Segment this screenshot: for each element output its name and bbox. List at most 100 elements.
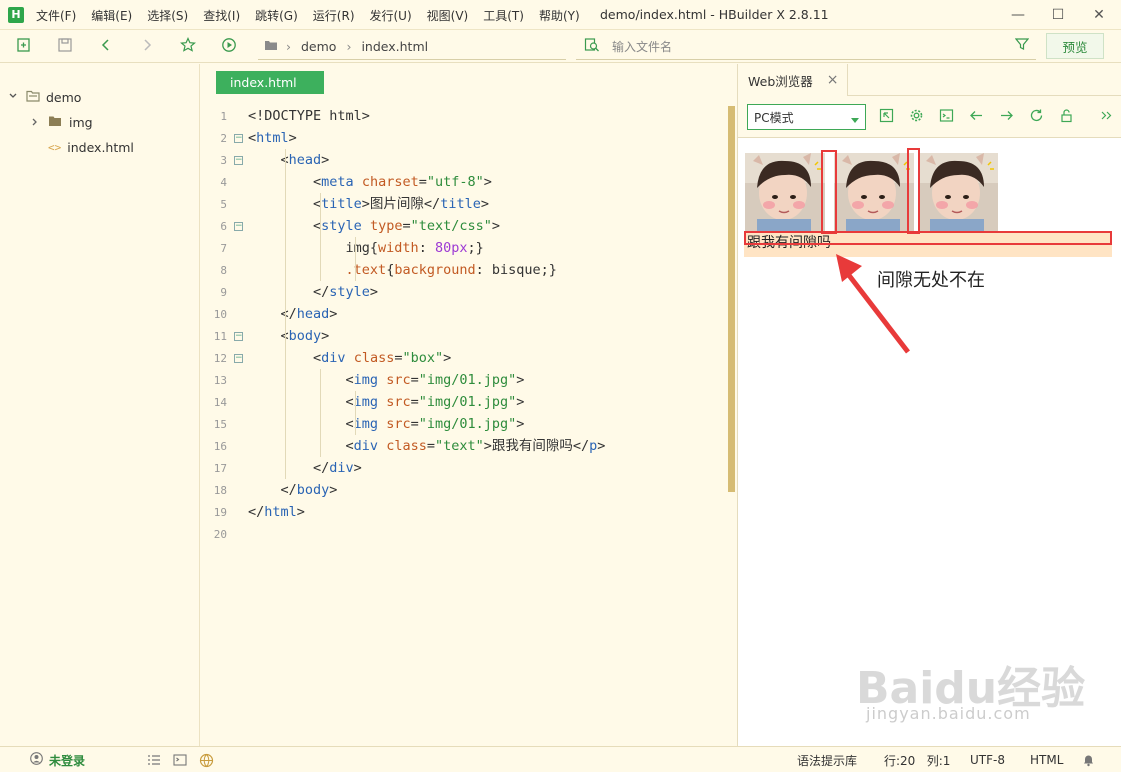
- file-search-input[interactable]: [612, 39, 1012, 54]
- code-line[interactable]: </html>: [248, 501, 305, 523]
- filter-icon[interactable]: [1012, 37, 1032, 57]
- menu-item[interactable]: 工具(T): [483, 7, 524, 24]
- line-number: 7: [220, 242, 227, 255]
- line-number: 1: [220, 110, 227, 123]
- menu-item[interactable]: 文件(F): [36, 7, 76, 24]
- annotation-arrow-icon: [836, 254, 910, 354]
- line-number: 16: [213, 440, 227, 453]
- menu-item[interactable]: 查找(I): [203, 7, 240, 24]
- open-external-icon[interactable]: [877, 108, 895, 126]
- file-search-box: [576, 34, 1036, 60]
- line-number: 13: [213, 374, 227, 387]
- list-icon[interactable]: [147, 747, 161, 772]
- minimize-icon[interactable]: —: [1008, 5, 1028, 25]
- preview-button[interactable]: 预览: [1046, 33, 1104, 59]
- code-line[interactable]: <img src="img/01.jpg">: [248, 413, 525, 435]
- save-icon[interactable]: [55, 37, 75, 57]
- code-area[interactable]: 1 <!DOCTYPE html> 2− <html> 3− <head> 4 <meta…: [200, 105, 728, 745]
- watermark-url: jingyan.baidu.com: [866, 704, 1031, 723]
- tree-item-img[interactable]: img: [30, 111, 93, 133]
- more-chevron-icon[interactable]: [1097, 108, 1115, 126]
- code-line[interactable]: </head>: [248, 303, 338, 325]
- code-line[interactable]: .text{background: bisque;}: [248, 259, 557, 281]
- editor-tab[interactable]: index.html: [216, 71, 324, 94]
- login-label: 未登录: [49, 753, 86, 768]
- tree-item-project[interactable]: demo: [8, 86, 81, 108]
- code-editor[interactable]: index.html 1 <!DOCTYPE html> 2− <html> 3− <h…: [200, 64, 737, 746]
- close-icon[interactable]: ✕: [1089, 5, 1109, 25]
- menu-item[interactable]: 视图(V): [427, 7, 469, 24]
- line-number: 20: [213, 528, 227, 541]
- menu-item[interactable]: 发行(U): [370, 7, 412, 24]
- code-line[interactable]: <html>: [248, 127, 297, 149]
- chevron-down-icon[interactable]: [8, 91, 22, 104]
- run-icon[interactable]: [219, 37, 239, 57]
- code-line[interactable]: </style>: [248, 281, 378, 303]
- fold-toggle-icon[interactable]: −: [234, 354, 243, 363]
- breadcrumb-file[interactable]: index.html: [361, 39, 428, 54]
- editor-scrollbar[interactable]: [728, 106, 735, 492]
- terminal-icon[interactable]: [173, 747, 187, 772]
- console-icon[interactable]: [937, 108, 955, 126]
- web-browser-panel: Web浏览器 × PC模式 跟我有间隙吗 间隙无处不在 Baidu经验 jing…: [737, 64, 1121, 746]
- menu-bar: 文件(F) 编辑(E) 选择(S) 查找(I) 跳转(G) 运行(R) 发行(U) 视图(V)…: [36, 0, 595, 30]
- back-icon[interactable]: [96, 37, 116, 57]
- code-line[interactable]: </div>: [248, 457, 362, 479]
- arrow-left-icon[interactable]: [967, 108, 985, 126]
- breadcrumb-project[interactable]: demo: [301, 39, 336, 54]
- line-number: 15: [213, 418, 227, 431]
- syntax-library[interactable]: 语法提示库: [797, 747, 857, 772]
- mode-select-value: PC模式: [754, 110, 794, 125]
- menu-item[interactable]: 帮助(Y): [539, 7, 580, 24]
- code-line[interactable]: img{width: 80px;}: [248, 237, 484, 259]
- bell-icon[interactable]: [1082, 747, 1095, 772]
- line-number: 18: [213, 484, 227, 497]
- menu-item[interactable]: 编辑(E): [91, 7, 132, 24]
- forward-icon[interactable]: [137, 37, 157, 57]
- mode-select[interactable]: PC模式: [747, 104, 866, 130]
- code-line[interactable]: <!DOCTYPE html>: [248, 105, 370, 127]
- menu-item[interactable]: 跳转(G): [255, 7, 298, 24]
- arrow-right-icon[interactable]: [997, 108, 1015, 126]
- tree-item-label: index.html: [67, 139, 134, 155]
- globe-icon[interactable]: [199, 747, 214, 772]
- browser-tab-label: Web浏览器: [748, 73, 813, 89]
- settings-gear-icon[interactable]: [907, 108, 925, 126]
- maximize-icon[interactable]: ☐: [1048, 5, 1068, 25]
- tab-close-icon[interactable]: ×: [827, 72, 839, 88]
- line-number: 4: [220, 176, 227, 189]
- project-sidebar: demo img <> index.html: [0, 64, 200, 746]
- browser-tab-bar: Web浏览器 ×: [738, 64, 1121, 96]
- code-line[interactable]: <body>: [248, 325, 330, 347]
- window-title: demo/index.html - HBuilder X 2.8.11: [600, 7, 829, 22]
- code-line[interactable]: <div class="box">: [248, 347, 451, 369]
- line-number: 14: [213, 396, 227, 409]
- breadcrumb-separator: ›: [346, 39, 352, 54]
- fold-toggle-icon[interactable]: −: [234, 134, 243, 143]
- code-line[interactable]: <div class="text">跟我有间隙吗</p>: [248, 435, 606, 457]
- unlock-icon[interactable]: [1057, 108, 1075, 126]
- preview-image: [745, 153, 825, 231]
- menu-item[interactable]: 选择(S): [147, 7, 188, 24]
- menu-item[interactable]: 运行(R): [313, 7, 355, 24]
- fold-toggle-icon[interactable]: −: [234, 156, 243, 165]
- star-icon[interactable]: [178, 37, 198, 57]
- new-file-icon[interactable]: [14, 37, 34, 57]
- indent-guide: [355, 391, 356, 435]
- code-line[interactable]: <head>: [248, 149, 330, 171]
- gap-highlight-box: [907, 148, 920, 234]
- code-line[interactable]: <img src="img/01.jpg">: [248, 391, 525, 413]
- fold-toggle-icon[interactable]: −: [234, 222, 243, 231]
- tree-item-index-html[interactable]: <> index.html: [48, 136, 134, 158]
- cursor-position[interactable]: 行:20 列:1: [884, 747, 950, 772]
- code-line[interactable]: <img src="img/01.jpg">: [248, 369, 525, 391]
- encoding[interactable]: UTF-8: [970, 747, 1005, 772]
- chevron-right-icon[interactable]: [30, 115, 44, 130]
- refresh-icon[interactable]: [1027, 108, 1045, 126]
- code-line[interactable]: </body>: [248, 479, 338, 501]
- fold-toggle-icon[interactable]: −: [234, 332, 243, 341]
- line-number: 11: [213, 330, 227, 343]
- login-status[interactable]: 未登录: [30, 747, 85, 772]
- browser-tab[interactable]: Web浏览器 ×: [738, 64, 848, 96]
- language-mode[interactable]: HTML: [1030, 747, 1063, 772]
